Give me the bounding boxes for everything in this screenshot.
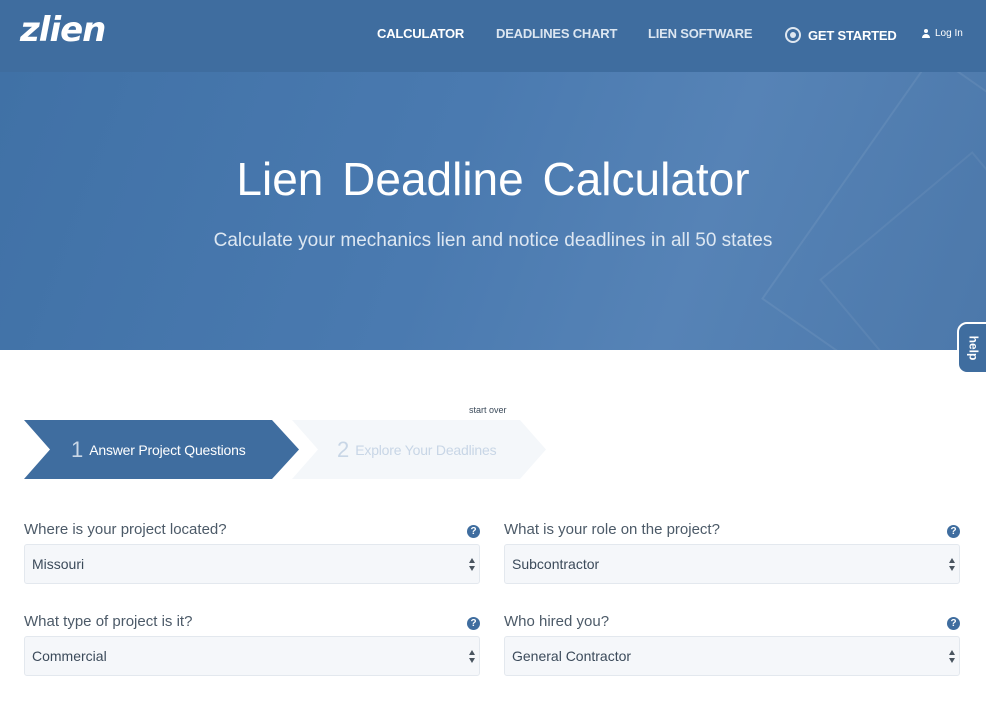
top-navigation: zlien CALCULATOR DEADLINES CHART LIEN SO… — [0, 0, 986, 72]
user-icon — [922, 29, 930, 38]
hired-by-select[interactable]: General Contractor — [504, 636, 960, 676]
step-label: Explore Your Deadlines — [355, 441, 497, 458]
hired-by-select-value: General Contractor — [512, 648, 632, 664]
question-circle-icon[interactable]: ? — [467, 525, 480, 538]
help-tab-label: help — [965, 335, 980, 361]
question-label-role: What is your role on the project? — [504, 521, 720, 538]
nav-link-deadlines-chart[interactable]: DEADLINES CHART — [496, 26, 617, 41]
get-started-button[interactable]: GET STARTED — [808, 28, 897, 43]
question-label-project-type: What type of project is it? — [24, 613, 193, 630]
chevron-up-down-icon — [949, 558, 955, 572]
project-type-select-value: Commercial — [32, 648, 107, 664]
nav-link-lien-software[interactable]: LIEN SOFTWARE — [648, 26, 752, 41]
target-icon — [785, 27, 801, 43]
location-select-value: Missouri — [32, 556, 85, 572]
step-number: 2 — [337, 436, 350, 462]
location-select[interactable]: Missouri — [24, 544, 480, 584]
chevron-up-down-icon — [469, 558, 475, 572]
role-select-value: Subcontractor — [512, 556, 600, 572]
help-tab[interactable]: help — [957, 322, 986, 374]
step-explore-deadlines[interactable]: 2 Explore Your Deadlines — [292, 420, 546, 479]
login-label: Log In — [935, 28, 963, 39]
page-title: Lien Deadline Calculator — [236, 153, 750, 205]
project-type-select[interactable]: Commercial — [24, 636, 480, 676]
role-select[interactable]: Subcontractor — [504, 544, 960, 584]
question-circle-icon[interactable]: ? — [947, 617, 960, 630]
step-number: 1 — [71, 436, 84, 462]
question-label-location: Where is your project located? — [24, 521, 227, 538]
start-over-link[interactable]: start over — [469, 405, 507, 415]
login-link[interactable]: Log In — [922, 28, 963, 39]
question-label-hired-by: Who hired you? — [504, 613, 610, 630]
chevron-up-down-icon — [949, 650, 955, 664]
chevron-up-down-icon — [469, 650, 475, 664]
zlien-logo[interactable]: zlien — [20, 10, 106, 50]
step-answer-questions[interactable]: 1 Answer Project Questions — [24, 420, 299, 479]
nav-link-calculator[interactable]: CALCULATOR — [377, 26, 464, 41]
step-label: Answer Project Questions — [89, 441, 246, 458]
question-circle-icon[interactable]: ? — [467, 617, 480, 630]
page-subtitle: Calculate your mechanics lien and notice… — [213, 230, 773, 251]
hero-banner: Lien Deadline Calculator Calculate your … — [0, 72, 986, 350]
question-circle-icon[interactable]: ? — [947, 525, 960, 538]
